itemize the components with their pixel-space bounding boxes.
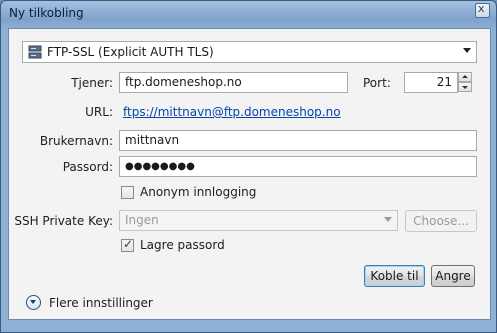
close-button[interactable]: x	[475, 2, 490, 18]
choose-key-button[interactable]: Choose...	[405, 210, 477, 232]
window-title: Ny tilkobling	[9, 6, 84, 20]
port-decrement-button[interactable]	[458, 82, 472, 92]
username-input[interactable]: mittnavn	[119, 130, 477, 151]
anonymous-label[interactable]: Anonym innlogging	[140, 185, 256, 199]
password-label: Passord:	[62, 160, 113, 174]
chevron-down-icon	[384, 217, 392, 222]
title-bar[interactable]: Ny tilkobling x	[1, 1, 496, 28]
cancel-button[interactable]: Angre	[431, 265, 475, 287]
save-password-label[interactable]: Lagre passord	[140, 238, 225, 252]
password-value: ●●●●●●●●	[125, 161, 195, 172]
url-link[interactable]: ftps://mittnavn@ftp.domeneshop.no	[123, 105, 341, 119]
close-icon: x	[478, 2, 485, 15]
save-password-checkbox[interactable]: ✓	[121, 237, 134, 252]
port-value: 21	[436, 75, 452, 89]
connect-button[interactable]: Koble til	[364, 265, 425, 287]
ssh-key-select[interactable]: Ingen	[119, 210, 398, 231]
port-increment-button[interactable]	[458, 72, 472, 82]
ssh-key-label: SSH Private Key:	[14, 214, 113, 228]
chevron-down-icon	[463, 48, 471, 53]
dialog-window: Ny tilkobling x FTP-SSL (Explicit AUTH T…	[0, 0, 497, 333]
checkmark-icon: ✓	[123, 237, 134, 251]
url-label: URL:	[85, 105, 113, 119]
chevron-down-icon	[462, 86, 468, 89]
ssh-key-value: Ingen	[125, 213, 159, 227]
port-input[interactable]: 21	[404, 72, 458, 93]
username-value: mittnavn	[125, 133, 180, 147]
server-label: Tjener:	[71, 76, 113, 90]
port-stepper[interactable]	[458, 72, 472, 93]
chevron-up-icon	[462, 75, 468, 78]
protocol-select[interactable]: FTP-SSL (Explicit AUTH TLS)	[22, 41, 477, 63]
port-label: Port:	[363, 76, 391, 90]
server-input[interactable]: ftp.domeneshop.no	[119, 72, 348, 93]
username-label: Brukernavn:	[39, 134, 113, 148]
chevron-down-icon	[30, 300, 36, 304]
server-value: ftp.domeneshop.no	[125, 75, 242, 89]
anonymous-checkbox[interactable]	[121, 186, 134, 199]
more-settings-label[interactable]: Flere innstillinger	[49, 296, 153, 310]
dialog-content: FTP-SSL (Explicit AUTH TLS) Tjener: ftp.…	[8, 28, 491, 320]
password-input[interactable]: ●●●●●●●●	[119, 156, 477, 177]
server-icon	[28, 45, 42, 59]
expand-more-settings-button[interactable]	[26, 295, 41, 310]
protocol-value: FTP-SSL (Explicit AUTH TLS)	[47, 45, 214, 59]
